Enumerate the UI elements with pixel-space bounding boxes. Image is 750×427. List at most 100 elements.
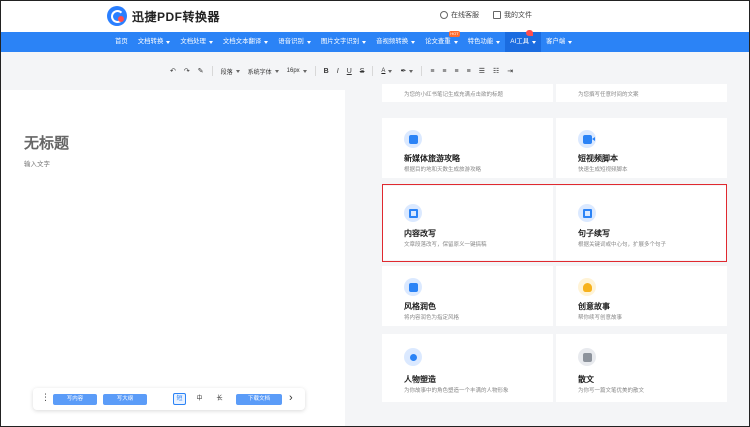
tool-card-video-script[interactable]: 短视频脚本 快速生成短视频脚本 — [556, 118, 727, 178]
length-long-option[interactable]: 长 — [213, 393, 226, 405]
chevron-down-icon — [411, 40, 416, 44]
align-left-icon[interactable]: ≡ — [430, 68, 434, 75]
card-description: 快速生成短视频脚本 — [578, 167, 628, 173]
font-select[interactable]: 系统字体 — [248, 67, 279, 76]
card-title: 人物塑造 — [404, 375, 436, 384]
write-outline-button[interactable]: 写大纲 — [103, 394, 147, 405]
card-title: 新媒体旅游攻略 — [404, 154, 460, 163]
new-badge — [526, 30, 534, 36]
length-medium-option[interactable]: 中 — [193, 393, 206, 405]
indent-icon[interactable]: ⇥ — [507, 67, 513, 75]
nav-item-client[interactable]: 客户端 — [541, 32, 577, 52]
card-title: 短视频脚本 — [578, 154, 618, 163]
generate-bar: ⋮ 写内容 写大纲 短 中 长 下载文档 › — [33, 388, 305, 410]
nav-label: 客户端 — [546, 38, 566, 45]
nav-item-doc-convert[interactable]: 文档转换 — [133, 32, 176, 52]
font-color-button[interactable]: A — [381, 68, 393, 74]
chevron-down-icon — [302, 69, 307, 73]
list-icon[interactable]: ☰ — [479, 67, 485, 75]
tool-card-character-building[interactable]: 人物塑造 为你故事中的角色塑造一个丰满的人物形象 — [382, 334, 553, 402]
document-body-placeholder[interactable]: 输入文字 — [24, 158, 50, 168]
travel-icon — [404, 130, 422, 148]
card-title: 风格润色 — [404, 302, 436, 311]
nav-item-plagiarism[interactable]: 论文查重 HOT — [420, 31, 463, 52]
logo-icon — [107, 6, 127, 26]
align-right-icon[interactable]: ≡ — [455, 68, 459, 75]
nav-item-av-convert[interactable]: 音视频转换 — [371, 32, 420, 52]
divider — [211, 66, 213, 76]
card-description: 为您撰写任意时间的文案 — [578, 92, 639, 98]
nav-item-doc-process[interactable]: 文档处理 — [175, 32, 218, 52]
card-description: 帮你续写创意故事 — [578, 315, 623, 321]
chevron-down-icon — [362, 40, 367, 44]
logo-text: 迅捷PDF转换器 — [132, 9, 221, 24]
nav-item-translate[interactable]: 文档文本翻译 — [218, 32, 273, 52]
strikethrough-button[interactable]: S — [360, 68, 365, 75]
more-icon[interactable]: ⋮ — [41, 393, 50, 402]
header-links: 在线客服 我的文件 — [440, 10, 532, 20]
highlight-color-button[interactable]: ✒ — [400, 67, 414, 75]
chevron-right-icon[interactable]: › — [289, 392, 293, 404]
undo-icon[interactable]: ↶ — [170, 67, 176, 75]
tool-card-partial[interactable]: 为您的小红书笔记生成充满点击欲的标题 — [382, 84, 553, 102]
editor-panel[interactable]: 无标题 输入文字 ⋮ 写内容 写大纲 短 中 长 下载文档 › — [0, 90, 345, 427]
ordered-list-icon[interactable]: ☷ — [493, 67, 499, 75]
length-short-option[interactable]: 短 — [173, 393, 186, 405]
chevron-down-icon — [274, 69, 279, 73]
format-painter-icon[interactable]: ✎ — [198, 67, 204, 75]
align-justify-icon[interactable]: ≡ — [467, 68, 471, 75]
underline-button[interactable]: U — [347, 68, 352, 75]
font-size-select[interactable]: 16px — [287, 68, 307, 74]
nav-item-features[interactable]: 特色功能 — [463, 32, 506, 52]
glyph — [582, 352, 592, 362]
nav-label: 文档处理 — [180, 38, 206, 45]
glyph — [409, 353, 417, 361]
my-files-label: 我的文件 — [504, 12, 532, 19]
highlighter-icon: ✒ — [400, 68, 407, 75]
document-title[interactable]: 无标题 — [24, 132, 69, 153]
tool-card-essay[interactable]: 散文 为你写一篇文笔优美的散文 — [556, 334, 727, 402]
bold-button[interactable]: B — [324, 68, 329, 75]
tool-card-creative-story[interactable]: 创意故事 帮你续写创意故事 — [556, 266, 727, 326]
font-color-icon: A — [381, 68, 386, 74]
tool-card-travel-guide[interactable]: 新媒体旅游攻略 根据目的地和天数生成旅游攻略 — [382, 118, 553, 178]
nav-item-ai-tools[interactable]: AI工具 — [505, 30, 542, 52]
download-document-button[interactable]: 下载文档 — [236, 394, 282, 405]
nav-label: 语音识别 — [278, 38, 304, 45]
tool-card-style-polish[interactable]: 风格润色 将内容润色为指定风格 — [382, 266, 553, 326]
bulb-icon — [578, 278, 596, 296]
redo-icon[interactable]: ↷ — [184, 67, 190, 75]
headset-icon — [440, 11, 448, 19]
chevron-down-icon — [388, 69, 393, 73]
nav-item-home[interactable]: 首页 — [110, 32, 133, 52]
chevron-down-icon — [532, 40, 537, 44]
tool-card-partial[interactable]: 为您撰写任意时间的文案 — [556, 84, 727, 102]
chevron-down-icon — [208, 40, 213, 44]
nav-label: 特色功能 — [467, 38, 494, 45]
customer-service-link[interactable]: 在线客服 — [440, 10, 479, 20]
nav-item-speech[interactable]: 语音识别 — [273, 32, 316, 52]
glyph — [408, 134, 418, 144]
person-icon — [404, 348, 422, 366]
italic-button[interactable]: I — [337, 68, 339, 75]
align-center-icon[interactable]: ≡ — [442, 68, 446, 75]
font-value: 系统字体 — [247, 69, 272, 76]
logo[interactable]: 迅捷PDF转换器 — [107, 6, 220, 26]
nav-label: 文档转换 — [137, 38, 164, 45]
card-description: 将内容润色为指定风格 — [404, 315, 460, 321]
card-title: 散文 — [578, 375, 594, 384]
font-size-value: 16px — [286, 68, 300, 74]
my-files-link[interactable]: 我的文件 — [493, 10, 532, 20]
nav-label: 论文查重 — [425, 38, 451, 45]
card-title: 创意故事 — [578, 302, 610, 311]
chevron-down-icon — [409, 69, 414, 73]
nav-label: 文档文本翻译 — [222, 38, 262, 45]
paragraph-select[interactable]: 段落 — [221, 67, 240, 76]
nav-label: 图片文字识别 — [320, 38, 360, 45]
divider — [421, 66, 423, 76]
nav-item-ocr[interactable]: 图片文字识别 — [316, 32, 371, 52]
video-icon — [578, 130, 596, 148]
main-nav: 首页 文档转换 文档处理 文档文本翻译 语音识别 图片文字识别 音视频转换 论文… — [0, 30, 750, 52]
write-content-button[interactable]: 写内容 — [53, 394, 97, 405]
chevron-down-icon — [306, 40, 311, 44]
